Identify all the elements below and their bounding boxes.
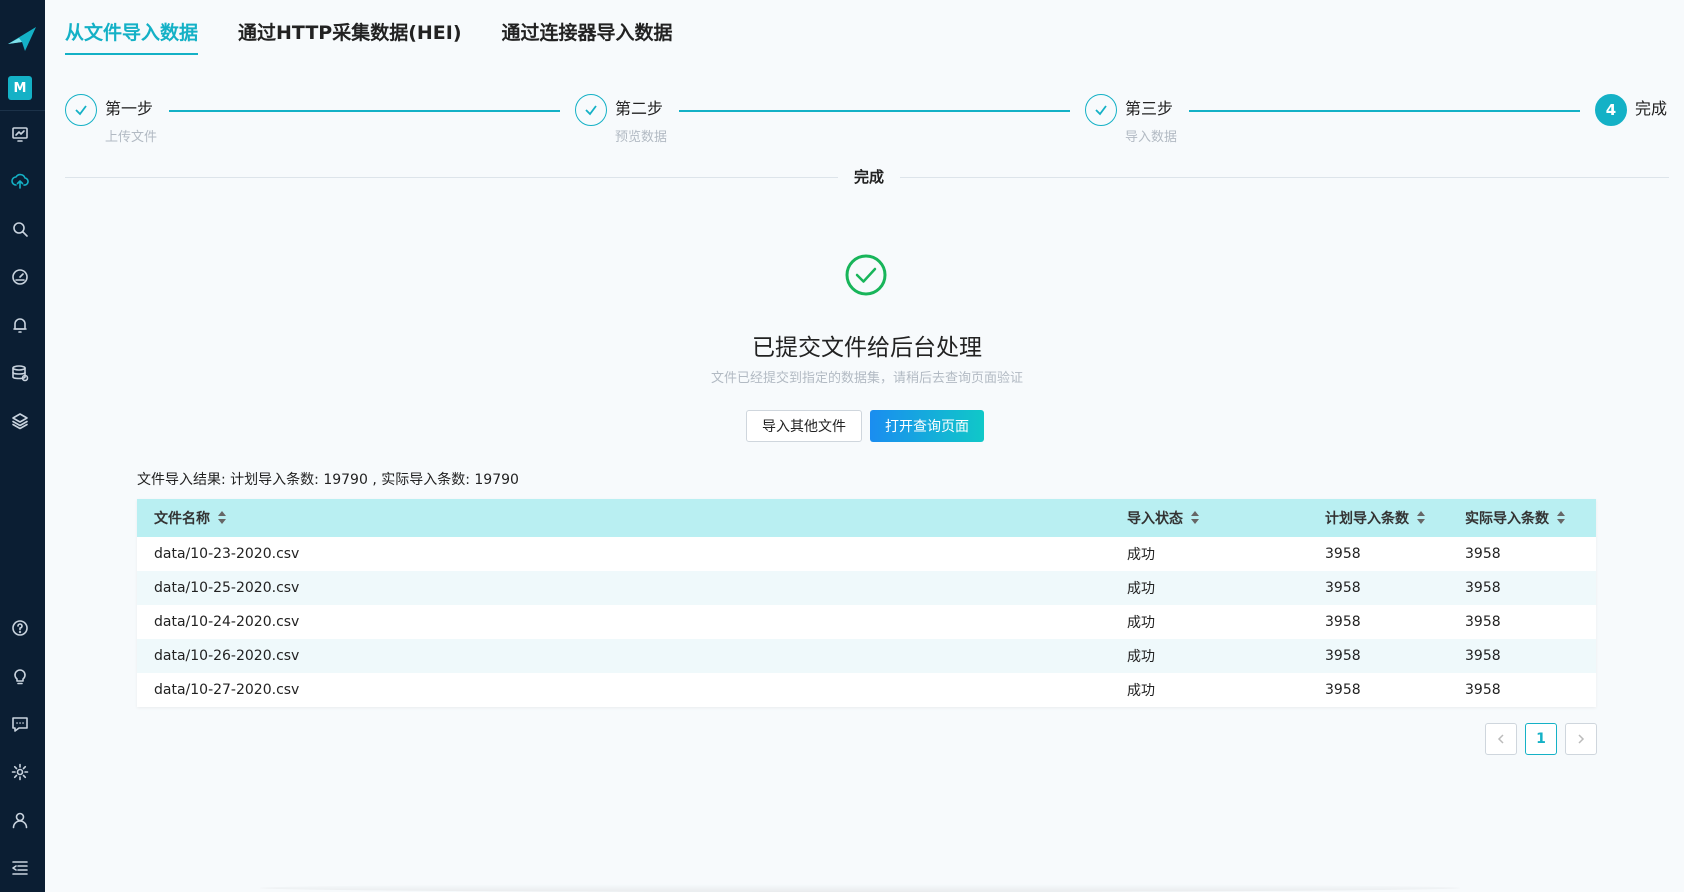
step-3: 第三步 导入数据	[1085, 94, 1177, 145]
pagination-next-button[interactable]	[1565, 723, 1597, 755]
menu-collapse-icon[interactable]	[9, 857, 31, 879]
logo-icon[interactable]	[5, 24, 39, 54]
cell-filename: data/10-23-2020.csv	[154, 546, 300, 562]
import-other-files-button[interactable]: 导入其他文件	[746, 410, 862, 442]
cell-filename: data/10-25-2020.csv	[154, 580, 300, 596]
step-1: 第一步 上传文件	[65, 94, 157, 145]
result-title: 已提交文件给后台处理	[752, 335, 982, 361]
divider-label: 完成	[838, 166, 901, 187]
result-subtitle: 文件已经提交到指定的数据集，请稍后去查询页面验证	[710, 371, 1023, 386]
sidebar: M	[0, 0, 45, 892]
sort-icon[interactable]	[1557, 510, 1565, 528]
search-icon[interactable]	[9, 218, 31, 240]
cell-filename: data/10-27-2020.csv	[154, 682, 300, 698]
cell-status: 成功	[1127, 615, 1155, 631]
table-row: data/10-26-2020.csv 成功 3958 3958	[137, 639, 1596, 673]
pagination-prev-button[interactable]	[1485, 723, 1517, 755]
col-header-planned[interactable]: 计划导入条数	[1325, 508, 1465, 528]
cell-actual: 3958	[1465, 614, 1501, 630]
import-tabs: 从文件导入数据 通过HTTP采集数据(HEI) 通过连接器导入数据	[65, 18, 673, 55]
sort-icon[interactable]	[218, 510, 226, 528]
table-header: 文件名称 导入状态 计划导入条数 实际导入条数	[137, 499, 1596, 537]
feedback-icon[interactable]	[9, 713, 31, 735]
success-check-icon	[845, 254, 887, 296]
step-title: 第二步	[615, 99, 664, 118]
cell-planned: 3958	[1325, 546, 1361, 562]
cell-filename: data/10-26-2020.csv	[154, 648, 300, 664]
col-header-status[interactable]: 导入状态	[1127, 508, 1325, 528]
bottom-shadow	[260, 884, 1460, 892]
check-icon	[575, 94, 607, 126]
dashboard-icon[interactable]	[9, 123, 31, 145]
step-title: 第三步	[1125, 99, 1174, 118]
cell-status: 成功	[1127, 649, 1155, 665]
table-row: data/10-27-2020.csv 成功 3958 3958	[137, 673, 1596, 707]
sidebar-separator	[0, 110, 45, 111]
table-row: data/10-25-2020.csv 成功 3958 3958	[137, 571, 1596, 605]
table-row: data/10-24-2020.csv 成功 3958 3958	[137, 605, 1596, 639]
step-title: 第一步	[105, 99, 154, 118]
cell-actual: 3958	[1465, 648, 1501, 664]
step-number: 4	[1595, 94, 1627, 126]
sort-icon[interactable]	[1191, 510, 1199, 528]
layers-icon[interactable]	[9, 410, 31, 432]
cell-actual: 3958	[1465, 580, 1501, 596]
cell-planned: 3958	[1325, 648, 1361, 664]
tab-file-import[interactable]: 从文件导入数据	[65, 18, 199, 55]
avatar[interactable]: M	[8, 76, 32, 100]
chevron-right-icon	[1578, 734, 1585, 744]
sort-icon[interactable]	[1417, 510, 1425, 528]
cell-filename: data/10-24-2020.csv	[154, 614, 300, 630]
step-desc: 预览数据	[615, 130, 668, 145]
cell-status: 成功	[1127, 547, 1155, 563]
step-2: 第二步 预览数据	[575, 94, 667, 145]
cell-status: 成功	[1127, 683, 1155, 699]
table-row: data/10-23-2020.csv 成功 3958 3958	[137, 537, 1596, 571]
gauge-icon[interactable]	[9, 266, 31, 288]
pagination-page-1[interactable]: 1	[1525, 723, 1557, 755]
cell-planned: 3958	[1325, 614, 1361, 630]
cloud-upload-icon[interactable]	[9, 170, 31, 192]
steps: 第一步 上传文件 第二步 预览数据 第三步 导入数据 4 完成	[65, 94, 1669, 154]
settings-icon[interactable]	[9, 761, 31, 783]
user-icon[interactable]	[9, 809, 31, 831]
col-header-filename[interactable]: 文件名称	[137, 508, 1127, 528]
step-4: 4 完成	[1595, 94, 1667, 126]
check-icon	[1085, 94, 1117, 126]
cell-planned: 3958	[1325, 580, 1361, 596]
col-header-actual[interactable]: 实际导入条数	[1465, 508, 1596, 528]
check-icon	[65, 94, 97, 126]
step-connector	[1189, 110, 1580, 112]
import-summary: 文件导入结果: 计划导入条数: 19790 , 实际导入条数: 19790	[137, 472, 519, 488]
step-desc: 上传文件	[105, 130, 158, 145]
cell-status: 成功	[1127, 581, 1155, 597]
tab-connector-import[interactable]: 通过连接器导入数据	[502, 18, 673, 55]
import-result-table: 文件名称 导入状态 计划导入条数 实际导入条数 data/10-23-2020.…	[137, 499, 1596, 707]
step-connector	[169, 110, 560, 112]
cell-planned: 3958	[1325, 682, 1361, 698]
step-desc: 导入数据	[1125, 130, 1178, 145]
tab-http-import[interactable]: 通过HTTP采集数据(HEI)	[238, 18, 462, 55]
step-title: 完成	[1635, 99, 1668, 118]
lightbulb-icon[interactable]	[9, 665, 31, 687]
cell-actual: 3958	[1465, 682, 1501, 698]
cell-actual: 3958	[1465, 546, 1501, 562]
chevron-left-icon	[1497, 734, 1504, 744]
open-query-page-button[interactable]: 打开查询页面	[870, 410, 984, 442]
step-connector	[679, 110, 1070, 112]
help-icon[interactable]	[9, 617, 31, 639]
